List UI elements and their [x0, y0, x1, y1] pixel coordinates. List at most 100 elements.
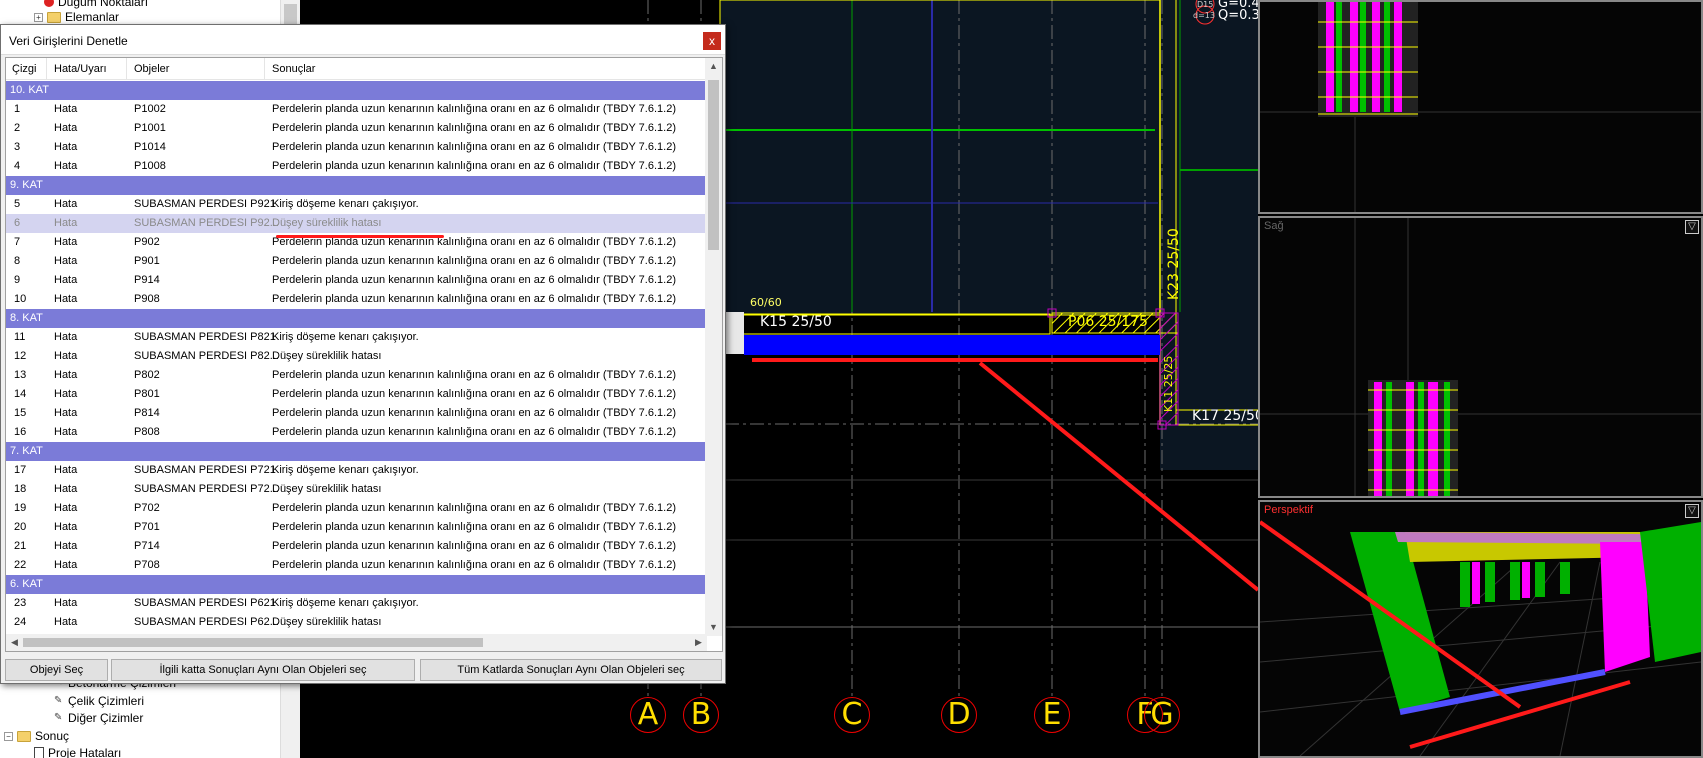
row-result: Kiriş döşeme kenarı çakışıyor. [272, 331, 419, 343]
row-line-number: 7 [14, 236, 21, 248]
tree-item-steel-drawings[interactable]: ✎ Çelik Çizimleri [54, 694, 144, 708]
floor-group-label: 9. KAT [10, 179, 43, 191]
row-result: Düşey süreklilik hatası [272, 350, 382, 362]
result-row[interactable]: 19 Hata P702 Perdelerin planda uzun kenarın… [6, 499, 707, 518]
row-kind: Hata [54, 464, 78, 476]
result-row[interactable]: 21 Hata P714 Perdelerin planda uzun kenarın… [6, 537, 707, 556]
side-views: Sağ ▽ Perspektif ▽ [1258, 0, 1703, 758]
results-list[interactable]: Çizgi Hata/Uyarı Objeler Sonuçlar 10. KA… [5, 57, 723, 652]
dialog-titlebar[interactable]: Veri Girişlerini Denetle x [1, 25, 725, 55]
row-result: Kiriş döşeme kenarı çakışıyor. [272, 464, 419, 476]
tree-item-label: Düğüm Noktaları [58, 0, 149, 9]
row-line-number: 21 [14, 540, 27, 552]
tree-item-other-drawings[interactable]: ✎ Diğer Çizimler [54, 711, 143, 725]
folder-icon [47, 11, 61, 23]
result-row[interactable]: 6 Hata SUBASMAN PERDESI P92... Düşey sürekl… [6, 214, 707, 233]
row-kind: Hata [54, 483, 78, 495]
result-row[interactable]: 22 Hata P708 Perdelerin planda uzun kenarın… [6, 556, 707, 575]
axis-bubble-c: C [834, 697, 870, 733]
result-row[interactable]: 20 Hata P701 Perdelerin planda uzun kenarın… [6, 518, 707, 537]
view-perspective[interactable]: Perspektif ▽ [1258, 500, 1703, 758]
select-all-floors-same-results-button[interactable]: Tüm Katlarda Sonuçları Aynı Olan Objeler… [420, 659, 722, 681]
select-object-button[interactable]: Objeyi Seç [5, 659, 108, 681]
result-row[interactable]: 8 Hata P901 Perdelerin planda uzun kenarını… [6, 252, 707, 271]
scroll-up-icon[interactable]: ▲ [705, 58, 722, 75]
row-line-number: 9 [14, 274, 21, 286]
view-right[interactable]: Sağ ▽ [1258, 216, 1703, 498]
scroll-thumb[interactable] [708, 80, 719, 250]
tree-item-result[interactable]: − Sonuç [4, 729, 69, 743]
vertical-scrollbar[interactable]: ▲ ▼ [705, 58, 722, 636]
result-row[interactable]: 15 Hata P814 Perdelerin planda uzun kenarın… [6, 404, 707, 423]
column-header-line[interactable]: Çizgi [12, 63, 36, 75]
scroll-right-icon[interactable]: ▶ [690, 634, 707, 651]
result-row[interactable]: 4 Hata P1008 Perdelerin planda uzun kenarın… [6, 157, 707, 176]
expand-icon[interactable]: + [34, 12, 43, 22]
filter-icon[interactable]: ▽ [1685, 220, 1699, 234]
row-object: P814 [134, 407, 160, 419]
collapse-icon[interactable]: − [4, 731, 13, 741]
row-object: SUBASMAN PERDESI P621 [134, 597, 276, 609]
row-result: Perdelerin planda uzun kenarının kalınlı… [272, 122, 676, 134]
beam-k23-label: K23 25/50 [1166, 228, 1182, 300]
result-row[interactable]: 13 Hata P802 Perdelerin planda uzun kenarın… [6, 366, 707, 385]
floor-group-row[interactable]: 7. KAT [6, 442, 707, 461]
tree-item-nodes[interactable]: Düğüm Noktaları [44, 0, 148, 9]
row-result: Perdelerin planda uzun kenarının kalınlı… [272, 521, 676, 533]
result-row[interactable]: 17 Hata SUBASMAN PERDESI P721 Kiriş döşeme … [6, 461, 707, 480]
result-row[interactable]: 1 Hata P1002 Perdelerin planda uzun kenarın… [6, 100, 707, 119]
tree-item-project-errors[interactable]: Proje Hataları [34, 746, 121, 758]
result-row[interactable]: 9 Hata P914 Perdelerin planda uzun kenarını… [6, 271, 707, 290]
pen-icon: ✎ [54, 712, 63, 723]
row-result: Perdelerin planda uzun kenarının kalınlı… [272, 388, 676, 400]
column-header-results[interactable]: Sonuçlar [272, 63, 315, 75]
result-row[interactable]: 24 Hata SUBASMAN PERDESI P62... Düşey sürek… [6, 613, 707, 632]
result-row[interactable]: 5 Hata SUBASMAN PERDESI P921 Kiriş döşeme k… [6, 195, 707, 214]
row-line-number: 20 [14, 521, 27, 533]
view-right-label: Sağ [1264, 220, 1284, 232]
view-top[interactable] [1258, 0, 1703, 214]
result-row[interactable]: 23 Hata SUBASMAN PERDESI P621 Kiriş döşeme … [6, 594, 707, 613]
column-header-objects[interactable]: Objeler [134, 63, 169, 75]
result-row[interactable]: 12 Hata SUBASMAN PERDESI P82... Düşey sürek… [6, 347, 707, 366]
scroll-left-icon[interactable]: ◀ [6, 634, 23, 651]
floor-group-row[interactable]: 6. KAT [6, 575, 707, 594]
scroll-thumb[interactable] [23, 638, 483, 647]
horizontal-scrollbar[interactable]: ◀ ▶ [6, 634, 707, 651]
scroll-down-icon[interactable]: ▼ [705, 619, 722, 636]
row-kind: Hata [54, 559, 78, 571]
result-row[interactable]: 18 Hata SUBASMAN PERDESI P72... Düşey sürek… [6, 480, 707, 499]
row-object: P808 [134, 426, 160, 438]
floor-group-row[interactable]: 9. KAT [6, 176, 707, 195]
column-header-kind[interactable]: Hata/Uyarı [54, 63, 107, 75]
row-line-number: 13 [14, 369, 27, 381]
result-row[interactable]: 3 Hata P1014 Perdelerin planda uzun kenarın… [6, 138, 707, 157]
row-result: Perdelerin planda uzun kenarının kalınlı… [272, 103, 676, 115]
row-kind: Hata [54, 540, 78, 552]
floor-group-label: 8. KAT [10, 312, 43, 324]
slab-code-label: D15 [1197, 0, 1214, 9]
axis-bubble-g: G [1144, 697, 1180, 733]
row-object: P902 [134, 236, 160, 248]
select-floor-same-results-button[interactable]: İlgili katta Sonuçları Aynı Olan Objeler… [111, 659, 415, 681]
floor-group-row[interactable]: 8. KAT [6, 309, 707, 328]
row-result: Düşey süreklilik hatası [272, 616, 382, 628]
floor-group-label: 7. KAT [10, 445, 43, 457]
tree-item-label: Proje Hataları [48, 746, 122, 758]
result-row[interactable]: 16 Hata P808 Perdelerin planda uzun kenarın… [6, 423, 707, 442]
result-row[interactable]: 2 Hata P1001 Perdelerin planda uzun kenarın… [6, 119, 707, 138]
row-result: Perdelerin planda uzun kenarının kalınlı… [272, 407, 676, 419]
result-row[interactable]: 14 Hata P801 Perdelerin planda uzun kenarın… [6, 385, 707, 404]
row-kind: Hata [54, 236, 78, 248]
beam-vertical-label: K11 25/25 [1162, 355, 1175, 412]
floor-group-label: 10. KAT [10, 84, 49, 96]
row-line-number: 4 [14, 160, 21, 172]
result-row[interactable]: 10 Hata P908 Perdelerin planda uzun kenarın… [6, 290, 707, 309]
filter-icon[interactable]: ▽ [1685, 504, 1699, 518]
result-row[interactable]: 11 Hata SUBASMAN PERDESI P821 Kiriş döşeme … [6, 328, 707, 347]
close-icon[interactable]: x [703, 32, 721, 50]
tree-item-elements[interactable]: + Elemanlar [34, 10, 119, 24]
top-view-drawing [1260, 2, 1701, 212]
row-result: Perdelerin planda uzun kenarının kalınlı… [272, 369, 676, 381]
floor-group-row[interactable]: 10. KAT [6, 81, 707, 100]
